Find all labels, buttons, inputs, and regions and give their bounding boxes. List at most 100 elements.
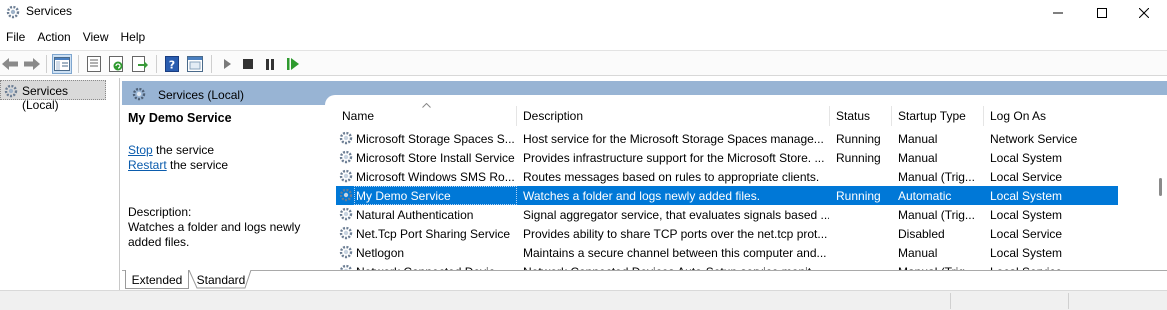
cell-startup: Manual [898,246,938,260]
cell-name: Net.Tcp Port Sharing Service [356,227,511,241]
description-text: Watches a folder and logs newly added fi… [128,220,301,249]
table-row[interactable]: Network Connected Devic...Network Connec… [336,262,1118,270]
cell-name: Microsoft Store Install Service [356,151,515,165]
cell-logon: Local System [990,208,1063,222]
service-gear-icon [338,206,354,222]
sort-ascending-icon [422,97,431,111]
cell-startup: Manual (Trig... [898,170,975,184]
column-header-name[interactable]: Name [336,102,516,126]
console-icon[interactable] [185,54,205,74]
cell-startup: Manual [898,151,938,165]
service-detail-panel: My Demo Service Stop the service Restart… [128,111,318,249]
restart-service-icon[interactable] [283,54,303,74]
cell-status: Running [836,151,881,165]
help-icon[interactable]: ? [162,54,182,74]
services-pane: Services (Local) My Demo Service Stop th… [122,78,1167,290]
cell-logon: Local System [990,189,1063,203]
service-gear-icon [338,168,354,184]
services-list: Name Description Status Startup Type Log… [336,96,1166,270]
selected-service-name: My Demo Service [128,111,232,125]
column-header-status[interactable]: Status [829,106,891,126]
minimize-button[interactable] [1035,0,1081,26]
services-gear-icon [131,86,147,102]
show-hide-console-tree-icon[interactable] [52,54,72,74]
tab-standard[interactable]: Standard [189,270,253,289]
pause-service-icon[interactable] [260,54,280,74]
service-gear-icon [338,149,354,165]
status-bar [0,290,1167,310]
restart-link-suffix: the service [166,158,229,172]
pane-header-title: Services (Local) [158,88,245,102]
cell-logon: Network Service [990,132,1078,146]
menu-file[interactable]: File [0,27,31,49]
stop-service-icon[interactable] [238,54,258,74]
cell-startup: Disabled [898,227,945,241]
table-row[interactable]: Microsoft Windows SMS Ro... Routes messag… [336,167,1118,186]
table-row[interactable]: Natural Authentication Signal aggregator … [336,205,1118,224]
cell-name: My Demo Service [356,189,451,203]
export-list-icon[interactable] [130,54,150,74]
console-tree: Services (Local) [0,78,120,290]
start-service-icon[interactable] [217,54,237,74]
service-gear-icon [338,263,354,270]
cell-name: Natural Authentication [356,208,474,222]
table-row[interactable]: Microsoft Storage Spaces S... Host servic… [336,129,1118,148]
service-gear-icon [338,130,354,146]
service-gear-icon [338,225,354,241]
refresh-icon[interactable] [107,54,127,74]
table-row[interactable]: Netlogon Maintains a secure channel betwe… [336,243,1118,262]
svg-text:?: ? [169,59,175,72]
tree-node-services-local[interactable]: Services (Local) [0,80,106,112]
services-gear-icon [5,4,21,20]
services-gear-icon [3,83,19,99]
cell-description: Provides ability to share TCP ports over… [523,227,828,241]
stop-service-link[interactable]: Stop [128,143,153,157]
close-button[interactable] [1121,0,1167,26]
view-tabs: Extended Standard [122,270,1167,290]
cell-status: Running [836,189,881,203]
maximize-button[interactable] [1079,0,1125,26]
table-row[interactable]: Microsoft Store Install Service Provides … [336,148,1118,167]
cell-startup: Manual [898,132,938,146]
cell-name: Netlogon [356,246,405,260]
menu-bar: File Action View Help [0,27,1167,49]
service-gear-icon [338,187,354,203]
cell-description: Maintains a secure channel between this … [523,246,827,260]
table-row[interactable]: Net.Tcp Port Sharing Service Provides abi… [336,224,1118,243]
table-row[interactable]: My Demo Service Watches a folder and logs… [336,186,1118,205]
cell-logon: Local System [990,151,1063,165]
cell-description: Signal aggregator service, that evaluate… [523,208,829,222]
service-gear-icon [338,244,354,260]
column-header-description[interactable]: Description [516,106,829,126]
column-headers: Name Description Status Startup Type Log… [336,102,1166,126]
forward-arrow-icon[interactable] [22,54,42,74]
window-title: Services [26,4,73,18]
tree-node-label: Services (Local) [22,84,69,112]
properties-icon[interactable] [84,54,104,74]
column-header-startup-type[interactable]: Startup Type [891,106,983,126]
cell-logon: Local System [990,246,1063,260]
title-bar: Services [0,0,1167,26]
cell-description: Provides infrastructure support for the … [523,151,825,165]
cell-description: Host service for the Microsoft Storage S… [523,132,824,146]
toolbar: ? [0,50,1167,76]
cell-logon: Local Service [990,170,1063,184]
scrollbar-thumb[interactable] [1159,178,1162,196]
cell-startup: Manual (Trig... [898,208,975,222]
stop-link-suffix: the service [152,143,215,157]
menu-action[interactable]: Action [31,27,76,49]
cell-name: Microsoft Windows SMS Ro... [356,170,515,184]
menu-help[interactable]: Help [115,27,152,49]
column-header-log-on-as[interactable]: Log On As [983,106,1118,126]
vertical-scrollbar[interactable] [1156,96,1166,270]
cell-description: Watches a folder and logs newly added fi… [523,189,761,203]
back-arrow-icon[interactable] [0,54,20,74]
cell-name: Microsoft Storage Spaces S... [356,132,515,146]
cell-logon: Local Service [990,227,1063,241]
description-label: Description: [128,205,192,219]
tab-extended[interactable]: Extended [125,270,189,289]
tab-standard-label: Standard [196,273,246,287]
restart-service-link[interactable]: Restart [128,158,167,172]
cell-description: Routes messages based on rules to approp… [523,170,820,184]
menu-view[interactable]: View [77,27,115,49]
